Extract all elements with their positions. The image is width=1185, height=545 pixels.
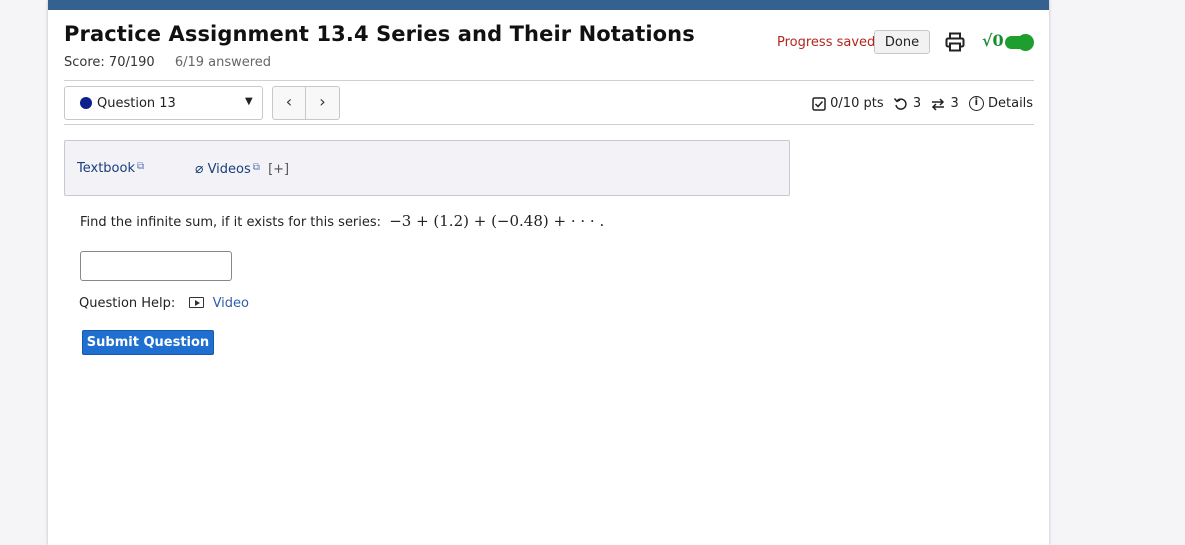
progress-saved-status: Progress saved — [777, 35, 876, 50]
question-help-label: Question Help: — [79, 296, 176, 311]
math-entry-icon[interactable]: √0 — [982, 31, 1004, 50]
question-status-bar: 0/10 pts 3 3 i Details — [812, 96, 1033, 111]
math-entry-toggle[interactable] — [1005, 34, 1034, 51]
question-help: Question Help: Video — [79, 296, 249, 311]
divider-bottom — [64, 124, 1034, 125]
info-icon[interactable]: i — [968, 96, 984, 111]
textbook-label: Textbook — [77, 161, 135, 176]
question-prompt: Find the infinite sum, if it exists for … — [80, 215, 382, 230]
divider-top — [64, 80, 1034, 81]
resources-panel: Textbook ⧉ ⌀ Videos ⧉ [+] — [64, 140, 790, 196]
paperclip-icon: ⌀ — [195, 161, 204, 177]
question-select-label: Question 13 — [97, 96, 176, 111]
question-text: Find the infinite sum, if it exists for … — [80, 212, 604, 230]
print-icon[interactable] — [944, 31, 966, 53]
top-bar — [48, 0, 1049, 10]
question-status-dot — [80, 97, 92, 109]
chevron-down-icon: ▼ — [245, 96, 253, 107]
external-link-icon: ⧉ — [252, 162, 260, 173]
score-line: Score: 70/190 6/19 answered — [64, 55, 271, 70]
done-button[interactable]: Done — [874, 30, 930, 54]
retries-count: 3 — [912, 96, 922, 111]
points-text: 0/10 pts — [830, 96, 884, 111]
expand-toggle[interactable]: [+] — [268, 162, 289, 177]
help-video-link[interactable]: Video — [213, 296, 249, 311]
toggle-knob — [1017, 34, 1034, 51]
videos-link[interactable]: ⌀ Videos ⧉ [+] — [195, 161, 289, 177]
videos-label: Videos — [207, 162, 251, 177]
retry-icon — [893, 97, 907, 110]
video-icon — [189, 297, 205, 308]
external-link-icon: ⧉ — [136, 161, 145, 172]
page-title: Practice Assignment 13.4 Series and Thei… — [64, 22, 695, 46]
next-question-button[interactable]: › — [306, 86, 340, 120]
score-text: Score: 70/190 — [64, 55, 155, 70]
checkbox-icon — [812, 96, 826, 111]
answer-input[interactable] — [80, 251, 232, 281]
assignment-card: Practice Assignment 13.4 Series and Thei… — [48, 0, 1049, 545]
series-expression: −3 + (1.2) + (−0.48) + · · · . — [389, 212, 605, 230]
submit-question-button[interactable]: Submit Question — [82, 330, 214, 355]
previous-question-button[interactable]: ‹ — [272, 86, 306, 120]
attempts-count: 3 — [950, 96, 959, 111]
textbook-link[interactable]: Textbook ⧉ — [77, 161, 144, 176]
answered-count: 6/19 answered — [174, 55, 272, 70]
attempts-icon — [932, 97, 945, 111]
question-select[interactable]: Question 13 ▼ — [64, 86, 263, 120]
details-link[interactable]: Details — [988, 96, 1033, 111]
